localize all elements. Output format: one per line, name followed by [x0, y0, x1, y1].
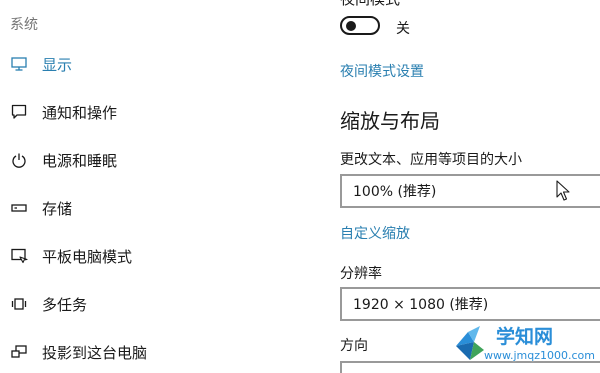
toggle-knob — [346, 21, 356, 31]
watermark: 学知网 www.jmqz1000.com — [450, 318, 600, 369]
sidebar-item-display[interactable]: 显示 — [0, 44, 300, 84]
night-light-toggle[interactable] — [340, 16, 380, 35]
projection-icon — [10, 343, 28, 361]
scale-layout-title: 缩放与布局 — [340, 109, 440, 133]
sidebar-item-label: 多任务 — [42, 295, 88, 314]
resolution-dropdown[interactable]: 1920 × 1080 (推荐) — [340, 287, 600, 321]
mouse-cursor-icon — [556, 180, 570, 201]
power-icon — [10, 151, 28, 169]
watermark-url: www.jmqz1000.com — [484, 349, 595, 362]
scale-label: 更改文本、应用等项目的大小 — [340, 152, 522, 168]
sidebar-item-storage[interactable]: 存储 — [0, 188, 300, 228]
monitor-icon — [10, 55, 28, 73]
notification-icon — [10, 103, 28, 121]
custom-scaling-link[interactable]: 自定义缩放 — [340, 223, 410, 243]
sidebar-item-power-sleep[interactable]: 电源和睡眠 — [0, 140, 300, 180]
multitask-icon — [10, 295, 28, 313]
night-light-settings-link[interactable]: 夜间模式设置 — [340, 61, 424, 81]
sidebar: 系统 显示 通知和操作 电源和睡眠 存储 平板电脑模式 多任务 投影到这台电脑 — [0, 0, 300, 369]
tablet-mode-icon — [10, 247, 28, 265]
orientation-label: 方向 — [340, 338, 368, 354]
main-content: 夜间模式 关 夜间模式设置 缩放与布局 更改文本、应用等项目的大小 100% (… — [320, 0, 600, 373]
sidebar-item-label: 电源和睡眠 — [42, 151, 118, 170]
sidebar-item-projecting[interactable]: 投影到这台电脑 — [0, 332, 300, 372]
sidebar-item-label: 投影到这台电脑 — [42, 343, 148, 362]
sidebar-item-tablet-mode[interactable]: 平板电脑模式 — [0, 236, 300, 276]
night-light-header: 夜间模式 — [340, 0, 400, 9]
scale-dropdown-value: 100% (推荐) — [353, 184, 437, 200]
watermark-text: 学知网 — [496, 326, 554, 348]
resolution-dropdown-value: 1920 × 1080 (推荐) — [353, 297, 489, 313]
storage-icon — [10, 199, 28, 217]
sidebar-header: 系统 — [10, 17, 38, 33]
sidebar-item-label: 平板电脑模式 — [42, 247, 133, 266]
resolution-label: 分辨率 — [340, 266, 382, 282]
sidebar-item-label: 通知和操作 — [42, 103, 118, 122]
sidebar-item-notifications[interactable]: 通知和操作 — [0, 92, 300, 132]
sidebar-item-label: 存储 — [42, 199, 73, 218]
sidebar-item-multitasking[interactable]: 多任务 — [0, 284, 300, 324]
toggle-state-label: 关 — [396, 21, 410, 37]
sidebar-item-label: 显示 — [42, 55, 73, 74]
